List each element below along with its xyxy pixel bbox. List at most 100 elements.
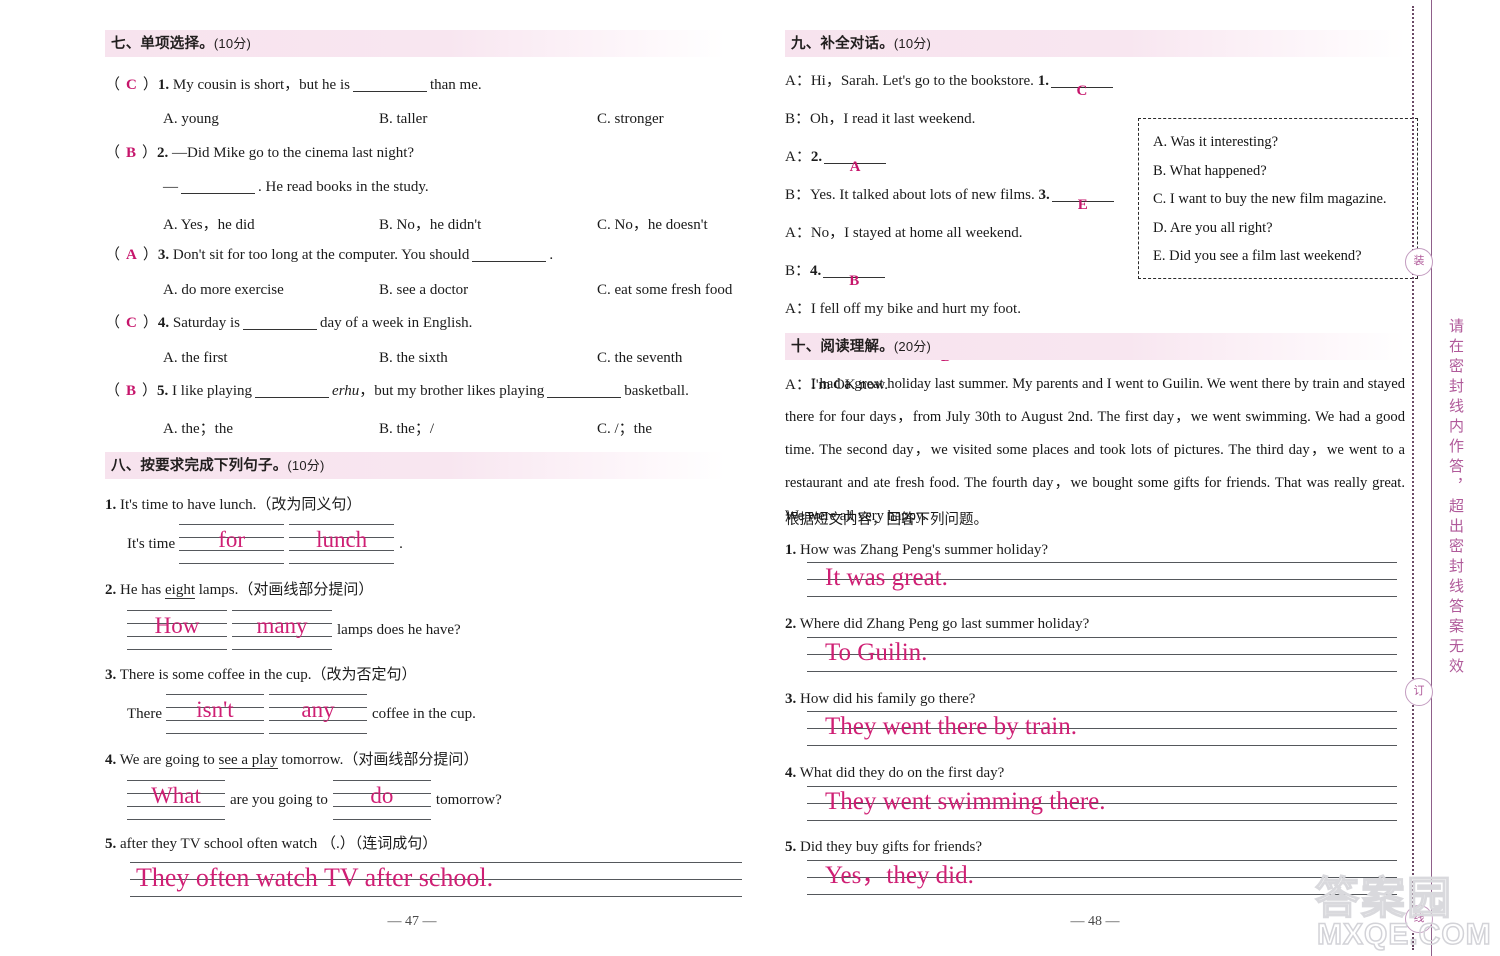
rewrite-4-blank-1[interactable]: What [127,780,225,820]
rewrite-4-blank-2[interactable]: do [332,780,431,820]
q5-option-b[interactable]: B. the；/ [379,417,597,438]
rewrite-item-5-prompt: 5. after they TV school often watch （.）（… [105,837,725,852]
rewrite-4-pre: We are going to [119,752,219,768]
dialogue-1-num: 1. [1037,73,1049,89]
reading-q1-answer: It was great. [825,564,948,591]
dialogue-4-blank[interactable]: E [1051,198,1114,213]
section-7-points: (10分) [213,36,252,51]
q2-option-a[interactable]: A. Yes，he did [163,213,379,234]
reading-q1-answer-lines[interactable]: It was great. [807,562,1397,602]
dialogue-3-blank[interactable]: A [824,160,887,175]
option-box-item-b[interactable]: B. What happened? [1153,157,1403,186]
reading-q1-num: 1. [785,542,797,558]
rewrite-2-answer-1: How [154,613,200,638]
rewrite-3-num: 3. [105,667,117,683]
rewrite-item-5-answer-row[interactable]: They often watch TV after school. [130,862,742,902]
reading-q4-answer: They went swimming there. [825,788,1106,815]
answer-paren-close-5: ） [142,383,158,399]
q5-blank-1 [255,397,330,398]
reading-q4-answer-lines[interactable]: They went swimming there. [807,786,1397,826]
seal-vertical-text: 请在密封线内作答，超出密封线答案无效 [1447,318,1464,678]
question-row-1: （ C ）1. My cousin is short，but he is than m… [105,78,725,93]
dialogue-1-answer: C [1076,83,1088,99]
rewrite-1-blank-1[interactable]: for [179,524,285,564]
q1-option-a[interactable]: A. young [163,111,379,128]
dialogue-option-box: A. Was it interesting? B. What happened?… [1138,118,1418,279]
q2-stem: —Did Mike go to the cinema last night? [172,145,415,161]
reading-q1-text: How was Zhang Peng's summer holiday? [800,542,1049,558]
q5-option-a[interactable]: A. the；the [163,417,379,438]
dialogue-1-blank[interactable]: C [1050,84,1113,99]
left-page-number: — 47 — [387,914,437,929]
q4-option-b[interactable]: B. the sixth [379,350,597,367]
option-box-item-c[interactable]: C. I want to buy the new film magazine. [1153,185,1403,214]
rewrite-1-blank-2[interactable]: lunch [289,524,395,564]
rewrite-item-1-prompt: 1. It's time to have lunch.（改为同义句） [105,498,725,513]
left-page: 七、单项选择。(10分) （C ）1. My cousin is short，bu… [0,0,745,956]
q3-option-a[interactable]: A. do more exercise [163,282,379,299]
rewrite-5-text: after they TV school often watch （.）（连词成… [120,836,438,852]
answer-4: C [126,315,137,331]
seal-line-strip: 装 订 线 请在密封线内作答，超出密封线答案无效 [1405,0,1500,956]
rewrite-2-blank-1[interactable]: How [127,610,227,650]
q4-num: 4. [157,315,170,331]
question-row-5: （ B ）5. I like playing erhu，but my brother … [105,384,725,399]
reading-q4-text: What did they do on the first day? [799,765,1005,781]
q3-option-b[interactable]: B. see a doctor [379,282,597,299]
dialogue-3-speaker: A： [785,149,811,165]
question-row-2b: — . He read books in the study. [105,180,723,195]
answer-paren-open-4: （ [105,315,121,331]
answer-5: B [126,383,137,399]
reading-q2-answer-lines[interactable]: To Guilin. [807,637,1397,677]
dialogue-line-7: A：I fell off my bike and hurt my foot. [785,302,1405,317]
answer-paren-open-3: （ [105,247,121,263]
reading-instruction: 根据短文内容，回答下列问题。 [785,512,988,528]
q1-blank [352,91,427,92]
q5-stem-tail: basketball. [624,383,689,399]
right-page: 九、补全对话。(10分) A：Hi，Sarah. Let's go to the… [745,0,1418,956]
rewrite-1-answer-2: lunch [316,527,368,552]
option-box-item-a[interactable]: A. Was it interesting? [1153,128,1403,157]
q2-option-b[interactable]: B. No，he didn't [379,213,597,234]
q4-stem: Saturday is [172,315,240,331]
q1-option-b[interactable]: B. taller [379,111,597,128]
rewrite-5-writing-lines[interactable]: They often watch TV after school. [130,862,742,902]
rewrite-2-underlined: eight [165,582,195,599]
reading-q3-answer-lines[interactable]: They went there by train. [807,711,1397,751]
rewrite-1-num: 1. [105,497,117,513]
section-header-8: 八、按要求完成下列句子。(10分) [105,452,725,479]
dialogue-6-blank[interactable]: B [823,274,886,289]
passage-text: I had a great holiday last summer. My pa… [785,376,1405,524]
rewrite-3-blank-1[interactable]: isn't [165,694,264,734]
section-header-7: 七、单项选择。(10分) [105,30,725,57]
reading-q4-num: 4. [785,765,797,781]
answer-paren-open-2: （ [105,145,121,161]
question-row-4: （ C ）4. Saturday is day of a week in Englis… [105,316,725,331]
reading-q5-num: 5. [785,839,797,855]
reading-q5-answer-lines[interactable]: Yes，they did. [807,860,1397,900]
option-box-item-e[interactable]: E. Did you see a film last weekend? [1153,242,1403,271]
rewrite-3-blank-2[interactable]: any [268,694,367,734]
rewrite-4-num: 4. [105,752,117,768]
reading-q2-num: 2. [785,616,797,632]
options-row-1: A. young B. taller C. stronger [105,111,783,128]
option-box-item-d[interactable]: D. Are you all right? [1153,214,1403,243]
dialogue-4-speaker: B： [785,187,811,203]
rewrite-2-pre: He has [120,582,165,598]
answer-paren-close-4: ） [142,315,158,331]
rewrite-2-blank-2[interactable]: many [232,610,332,650]
section-header-10: 十、阅读理解。(20分) [785,333,1405,360]
rewrite-3-lead: There [127,705,162,722]
seal-mark-1: 装 [1405,248,1433,276]
rewrite-item-3-answer-row: There isn't any coffee in the cup. [105,694,725,734]
rewrite-2-tail: lamps does he have? [337,621,461,638]
q2-dash: — [163,179,178,195]
q4-option-a[interactable]: A. the first [163,350,379,367]
q3-stem: Don't sit for too long at the computer. … [172,247,470,263]
dialogue-line-1: A：Hi，Sarah. Let's go to the bookstore. 1… [785,73,1405,99]
q2-stem-tail: . He read books in the study. [258,179,429,195]
dialogue-6-answer: B [849,273,860,289]
options-row-2: A. Yes，he did B. No，he didn't C. No，he d… [105,213,783,234]
rewrite-3-answer-1: isn't [196,697,234,722]
dialogue-5-text: No，I stayed at home all weekend. [810,225,1023,241]
